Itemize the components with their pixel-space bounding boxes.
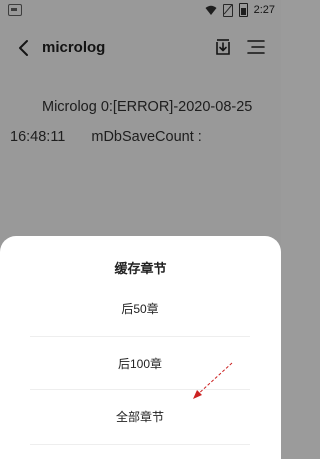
option-all-chapters[interactable]: 全部章节 [30,390,250,444]
divider [30,444,250,445]
cache-chapters-sheet: 缓存章节 后50章 后100章 全部章节 [0,236,281,459]
app-screen: 2:27 microlog Microlog 0:[ERROR]-2020-08… [0,0,281,459]
option-last-50-chapters[interactable]: 后50章 [30,282,250,336]
option-last-100-chapters[interactable]: 后100章 [30,337,250,391]
sheet-title: 缓存章节 [114,261,167,276]
